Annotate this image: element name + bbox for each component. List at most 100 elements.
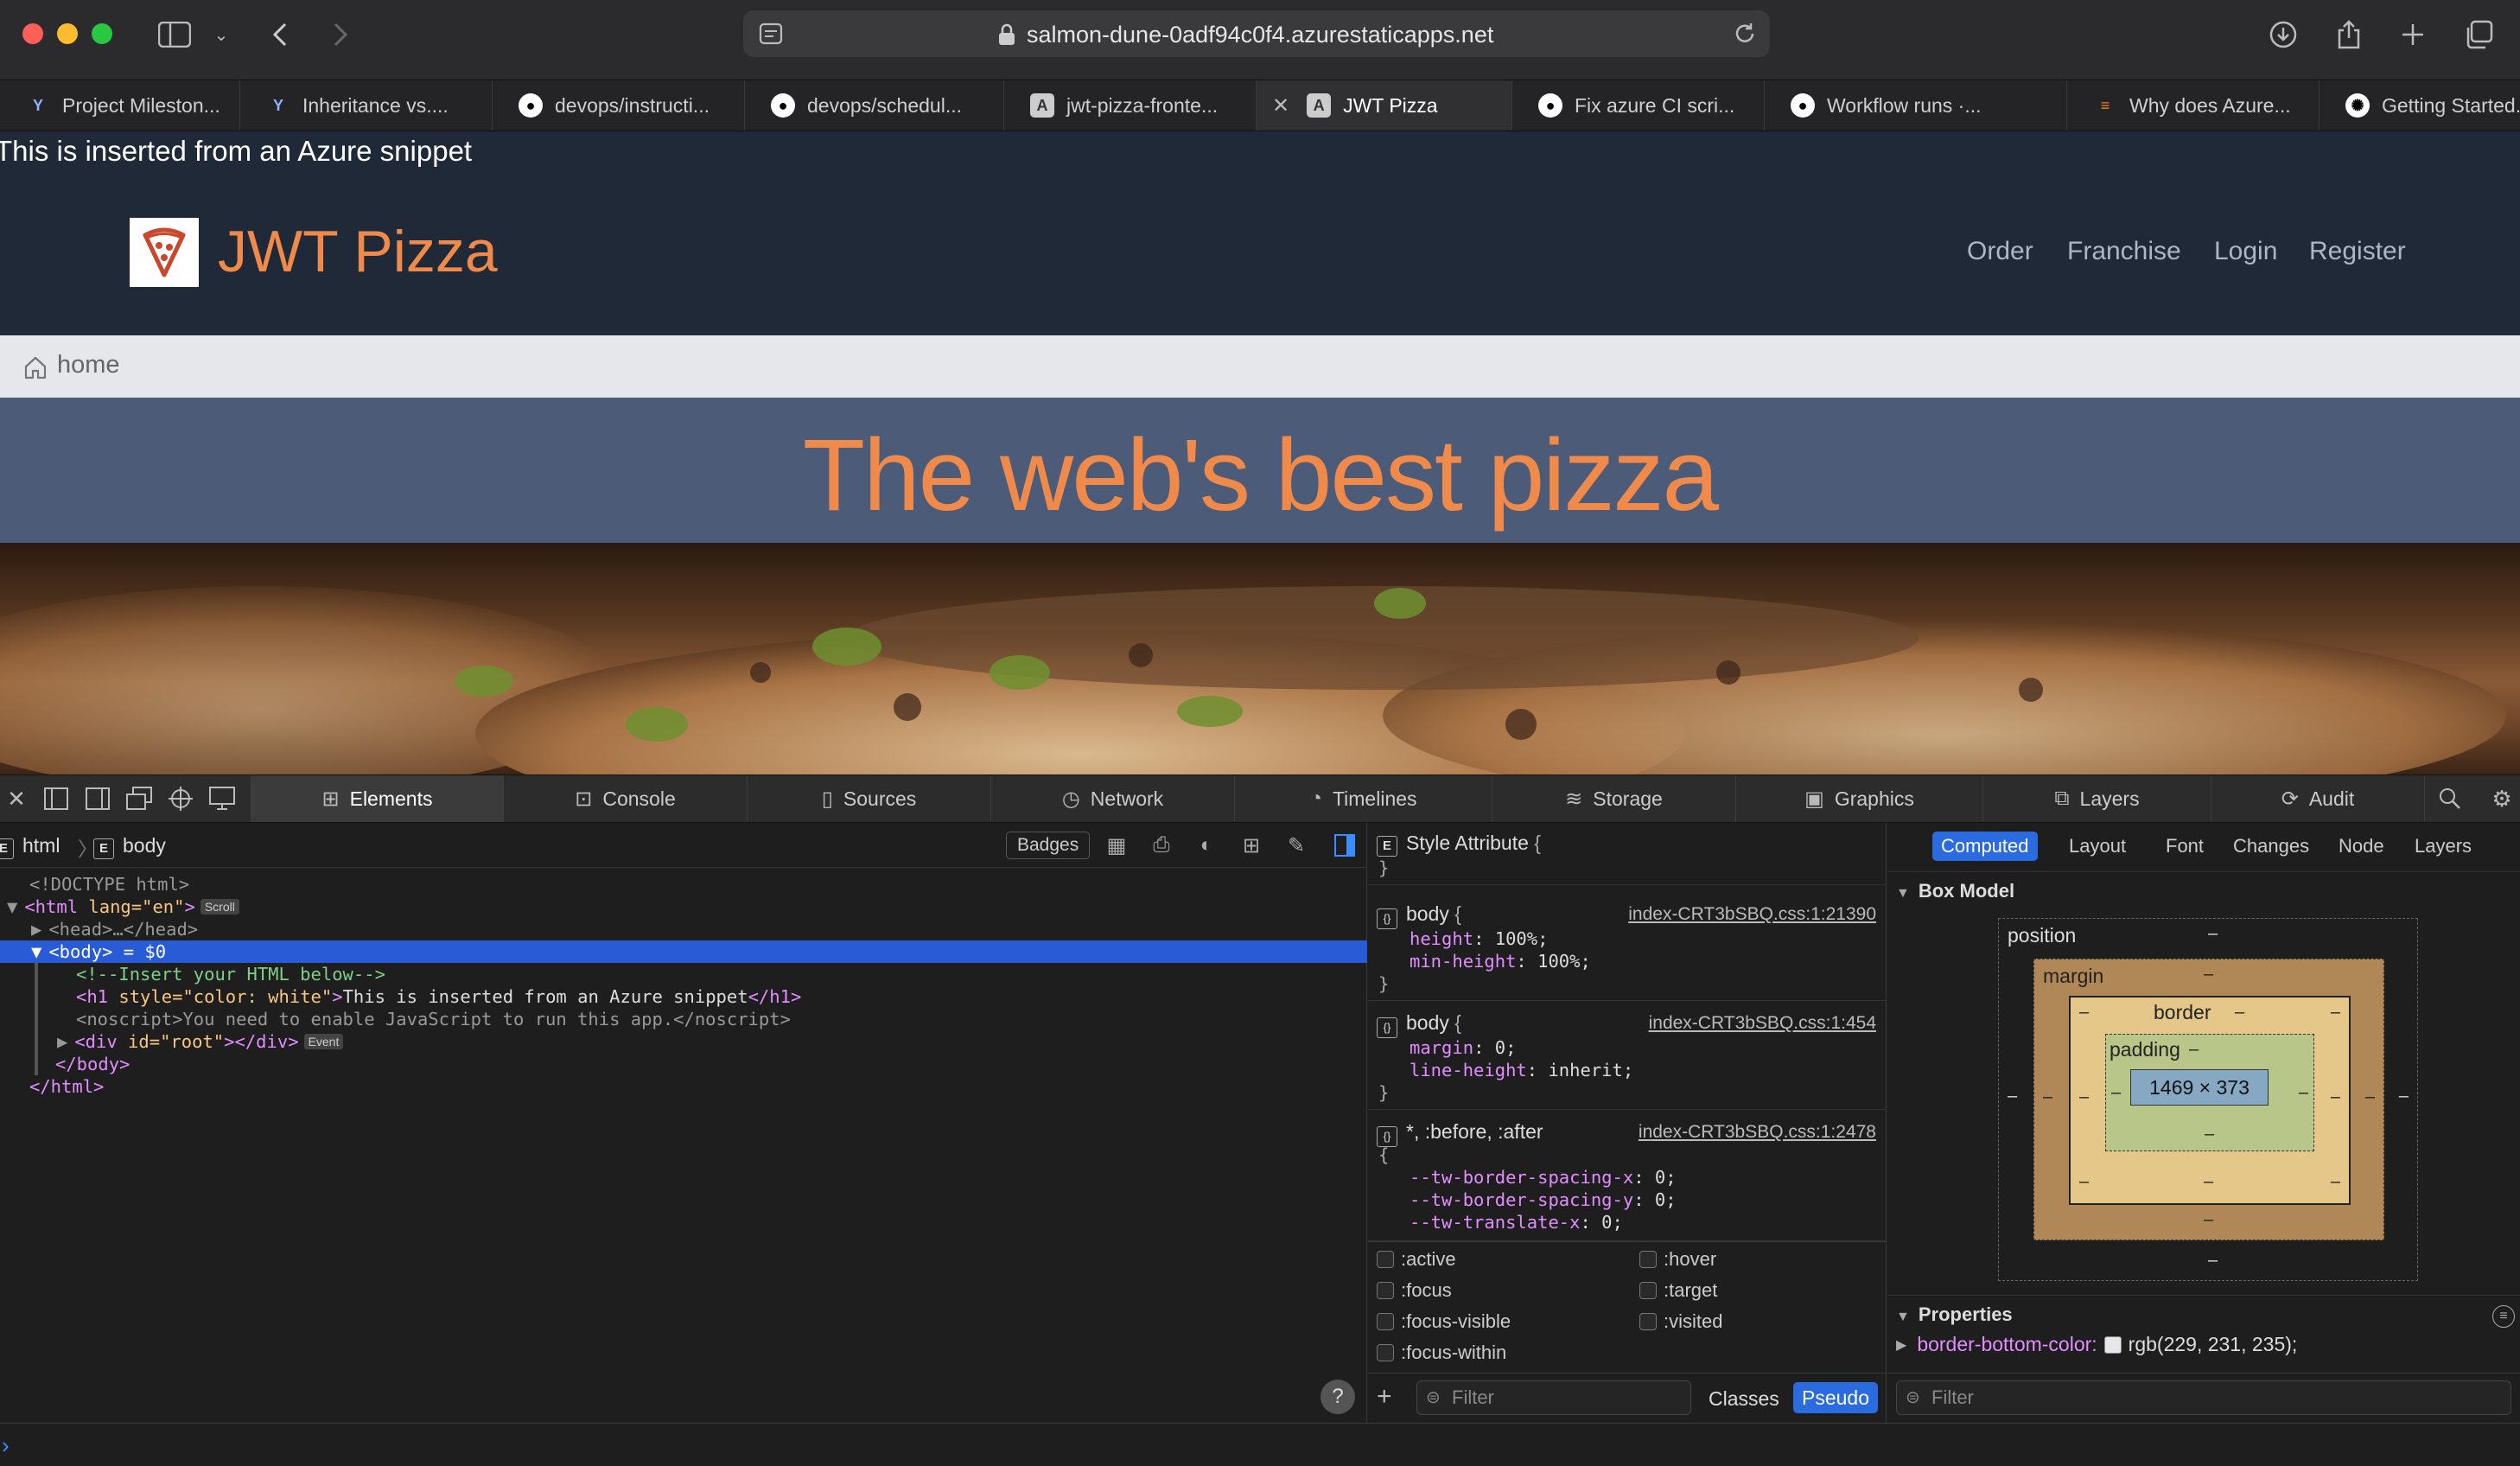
property-row[interactable]: ▶ border-bottom-color: rgb(229, 231, 235… (1896, 1333, 2297, 1356)
print-icon[interactable]: ⎙ (1148, 832, 1175, 859)
page-settings-icon[interactable] (759, 22, 783, 49)
box-model-section[interactable]: ▼ Box Model (1896, 880, 2014, 902)
nav-franchise[interactable]: Franchise (2067, 237, 2181, 266)
dock-right-icon[interactable] (83, 784, 112, 813)
devtools-tab-network[interactable]: ◷ Network (990, 775, 1234, 822)
disclosure-closed-icon[interactable]: ▶ (1896, 1336, 1906, 1354)
pseudo-focus-visible-checkbox[interactable]: :focus-visible (1377, 1310, 1511, 1333)
devtools-tab-storage[interactable]: ≋ Storage (1492, 775, 1735, 822)
tab-node[interactable]: Node (2330, 832, 2393, 861)
tab-inheritance[interactable]: Y Inheritance vs.... (240, 80, 493, 131)
tab-jwt-pizza-frontend[interactable]: A jwt-pizza-fronte... (1004, 80, 1257, 131)
crumb-html[interactable]: Ehtml (0, 834, 60, 859)
pseudo-focus-checkbox[interactable]: :focus (1377, 1279, 1452, 1302)
dom-node-head[interactable]: ▶ <head>…</head> (0, 918, 1367, 940)
new-tab-icon[interactable] (2394, 16, 2432, 54)
dom-node-body-close[interactable]: </body> (35, 1053, 1367, 1075)
appearance-icon[interactable]: ◐ (1193, 832, 1220, 859)
nav-login[interactable]: Login (2214, 237, 2277, 266)
tab-overview-icon[interactable] (2460, 16, 2498, 54)
pseudo-button[interactable]: Pseudo (1793, 1382, 1879, 1413)
content-size[interactable]: 1469 × 373 (2130, 1069, 2269, 1106)
pseudo-focus-within-checkbox[interactable]: :focus-within (1377, 1342, 1506, 1364)
computed-filter-input[interactable]: ⊜ Filter (1896, 1380, 2511, 1415)
back-icon[interactable] (261, 16, 299, 54)
tab-why-does-azure[interactable]: ≡ Why does Azure... (2067, 80, 2320, 131)
declaration[interactable]: min-height: 100%; (1410, 951, 1591, 972)
grid-overlay-icon[interactable]: ▦ (1103, 832, 1130, 859)
tab-workflow-runs[interactable]: ● Workflow runs ·... (1765, 80, 2067, 131)
dom-node-div-root[interactable]: ▶ <div id="root"></div> Event (35, 1030, 1367, 1053)
chevron-down-icon[interactable]: ⌄ (202, 16, 240, 54)
sidebar-toggle-icon[interactable] (156, 16, 194, 54)
tab-devops-instructions[interactable]: ● devops/instructi... (493, 80, 745, 131)
nav-register[interactable]: Register (2309, 237, 2406, 266)
devtools-tab-timelines[interactable]: ◔ Timelines (1234, 775, 1492, 822)
tab-computed[interactable]: Computed (1932, 832, 2038, 861)
address-bar[interactable]: salmon-dune-0adf94c0f4.azurestaticapps.n… (743, 10, 1770, 57)
declaration[interactable]: --tw-border-spacing-y: 0; (1410, 1189, 1677, 1210)
dom-node-h1[interactable]: <h1 style="color: white">This is inserte… (35, 985, 1367, 1008)
console-prompt[interactable]: › (0, 1423, 2520, 1466)
tab-layout[interactable]: Layout (2060, 832, 2135, 861)
detach-window-icon[interactable] (124, 784, 154, 813)
disclosure-closed-icon[interactable]: ▶ (31, 919, 41, 940)
declaration[interactable]: line-height: inherit; (1410, 1060, 1633, 1080)
devtools-tab-console[interactable]: ⊡ Console (503, 775, 747, 822)
crumb-body[interactable]: Ebody (93, 834, 166, 859)
dom-node-comment[interactable]: <!--Insert your HTML below--> (35, 963, 1367, 985)
dom-node-body-selected[interactable]: ▼ <body> = $0 (0, 940, 1367, 963)
help-button[interactable]: ? (1320, 1380, 1355, 1414)
pseudo-active-checkbox[interactable]: :active (1377, 1248, 1456, 1271)
tab-changes[interactable]: Changes (2224, 832, 2318, 861)
rule-source-link[interactable]: index-CRT3bSBQ.css:1:454 (1649, 1013, 1876, 1034)
dom-node-noscript[interactable]: <noscript>You need to enable JavaScript … (35, 1008, 1367, 1030)
layout-grid-icon[interactable]: ⊞ (1238, 832, 1265, 859)
tab-getting-started[interactable]: ✺ Getting Started... (2320, 80, 2520, 131)
badges-button[interactable]: Badges (1006, 832, 1091, 859)
pseudo-target-checkbox[interactable]: :target (1639, 1279, 1717, 1302)
close-window-button[interactable] (22, 23, 43, 44)
declaration[interactable]: --tw-translate-x: 0; (1410, 1212, 1623, 1233)
event-badge[interactable]: Event (303, 1034, 344, 1049)
styles-filter-input[interactable]: ⊜ Filter (1416, 1380, 1691, 1415)
devtools-tab-audit[interactable]: ⟳ Audit (2211, 775, 2425, 822)
dom-node-doctype[interactable]: <!DOCTYPE html> (0, 873, 1367, 896)
share-icon[interactable] (2330, 16, 2368, 54)
minimize-window-button[interactable] (57, 23, 78, 44)
pseudo-hover-checkbox[interactable]: :hover (1639, 1248, 1716, 1271)
gear-icon[interactable]: ⚙ (2487, 784, 2517, 813)
forward-icon[interactable] (321, 16, 360, 54)
disclosure-open-icon[interactable]: ▼ (31, 941, 41, 962)
reload-icon[interactable] (1732, 21, 1758, 51)
scroll-badge[interactable]: Scroll (200, 899, 239, 915)
style-rule-2[interactable]: {} body { index-CRT3bSBQ.css:1:454 margin… (1368, 1003, 1887, 1110)
properties-options-icon[interactable]: ≡ (2492, 1305, 2515, 1328)
tab-fix-azure-ci[interactable]: ● Fix azure CI scri... (1512, 80, 1765, 131)
devtools-tab-graphics[interactable]: ▣ Graphics (1735, 775, 1982, 822)
add-rule-icon[interactable]: + (1377, 1382, 1392, 1412)
rule-source-link[interactable]: index-CRT3bSBQ.css:1:21390 (1628, 904, 1876, 925)
download-icon[interactable] (2264, 16, 2302, 54)
tab-font[interactable]: Font (2157, 832, 2212, 861)
pizza-logo[interactable] (130, 218, 199, 287)
close-devtools-icon[interactable]: ✕ (2, 784, 31, 813)
device-mode-icon[interactable] (207, 784, 237, 813)
brand-title[interactable]: JWT Pizza (218, 218, 498, 285)
properties-section[interactable]: ▼ Properties (1896, 1303, 2013, 1326)
dom-node-html[interactable]: ▼ <html lang="en"> Scroll (0, 896, 1367, 918)
breadcrumb-home[interactable]: home (57, 351, 120, 379)
style-attribute-rule[interactable]: E Style Attribute { } (1368, 823, 1887, 885)
rule-source-link[interactable]: index-CRT3bSBQ.css:1:2478 (1639, 1122, 1876, 1143)
color-swatch[interactable] (2103, 1335, 2122, 1354)
nav-order[interactable]: Order (1967, 237, 2033, 266)
close-tab-icon[interactable]: ✕ (1272, 93, 1289, 118)
declaration[interactable]: --tw-border-spacing-x: 0; (1410, 1167, 1677, 1188)
style-rule-1[interactable]: {} body { index-CRT3bSBQ.css:1:21390 heig… (1368, 894, 1887, 1001)
tab-devops-schedule[interactable]: ● devops/schedul... (745, 80, 1004, 131)
paint-brush-icon[interactable]: ✎ (1282, 832, 1310, 859)
tab-jwt-pizza[interactable]: ✕ A JWT Pizza (1257, 80, 1512, 131)
search-icon[interactable] (2435, 784, 2465, 813)
disclosure-closed-icon[interactable]: ▶ (57, 1031, 67, 1052)
pseudo-visited-checkbox[interactable]: :visited (1639, 1310, 1722, 1333)
